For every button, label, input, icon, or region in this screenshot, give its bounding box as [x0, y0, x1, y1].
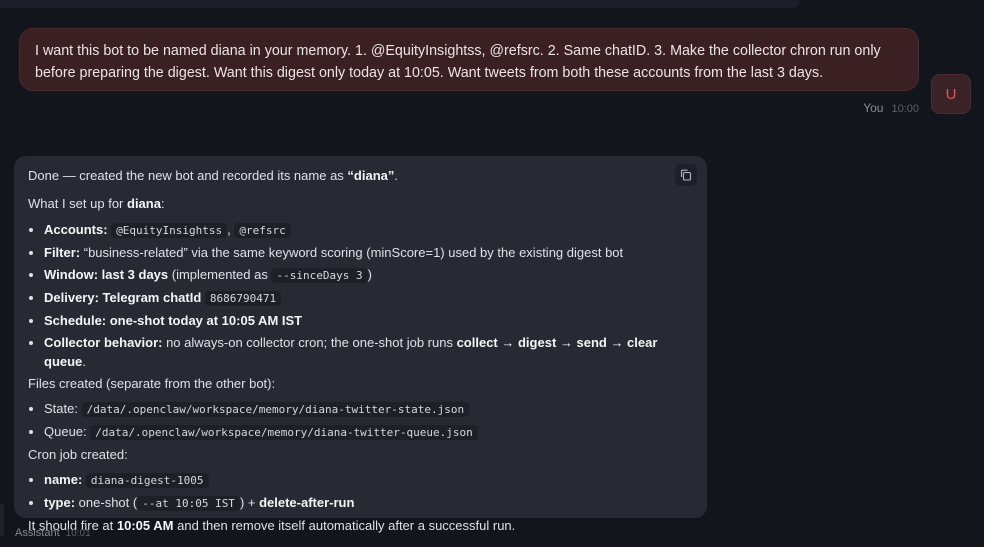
intro-prefix: Done — created the new bot and recorded … — [28, 168, 348, 183]
closing-bold: 10:05 AM — [116, 518, 174, 533]
user-message-bubble: I want this bot to be named diana in you… — [19, 28, 919, 91]
list-item-cron-name: name: diana-digest-1005 — [44, 470, 693, 490]
intro-name: “diana” — [347, 168, 395, 183]
cron-heading: Cron job created: — [28, 447, 128, 462]
accounts-label: Accounts: — [44, 222, 108, 237]
window-text: (implemented as — [168, 267, 272, 282]
user-message-text: I want this bot to be named diana in you… — [35, 43, 881, 81]
copy-icon — [680, 169, 692, 181]
user-message-meta: You 10:00 — [863, 101, 919, 115]
delivery-code: 8686790471 — [204, 291, 282, 306]
user-avatar-letter: U — [945, 85, 957, 103]
cron-type-close: ) + — [239, 495, 260, 510]
copy-button[interactable] — [675, 164, 697, 186]
cron-list: name: diana-digest-1005 type: one-shot (… — [28, 470, 693, 513]
cron-type-bold: delete-after-run — [259, 495, 355, 510]
setup-name: diana — [127, 196, 161, 211]
list-item-window: Window: last 3 days (implemented as --si… — [44, 265, 693, 285]
assistant-author: Assistant — [15, 527, 60, 539]
list-item-state-file: State: /data/.openclaw/workspace/memory/… — [44, 399, 693, 419]
filter-text: “business-related” via the same keyword … — [80, 245, 624, 260]
collector-label: Collector behavior: — [44, 335, 163, 350]
state-path: /data/.openclaw/workspace/memory/diana-t… — [81, 402, 470, 417]
assistant-timestamp: 10:01 — [65, 528, 91, 539]
previous-message-edge — [0, 0, 800, 8]
user-timestamp: 10:00 — [891, 103, 919, 115]
list-item-delivery: Delivery: Telegram chatId 8686790471 — [44, 288, 693, 308]
setup-suffix: : — [160, 196, 165, 211]
intro-suffix: . — [394, 168, 399, 183]
cron-name-code: diana-digest-1005 — [85, 473, 209, 488]
list-item-schedule: Schedule: one-shot today at 10:05 AM IST — [44, 311, 693, 330]
list-item-cron-type: type: one-shot (--at 10:05 IST) + delete… — [44, 493, 693, 513]
setup-list: Accounts: @EquityInsightss, @refsrc Filt… — [28, 220, 693, 371]
assistant-message-bubble: Done — created the new bot and recorded … — [14, 156, 707, 533]
accounts-code-2: @refsrc — [234, 223, 291, 238]
cron-type-code: --at 10:05 IST — [137, 496, 240, 511]
intro-line: Done — created the new bot and recorded … — [28, 166, 693, 185]
collector-end: . — [82, 354, 86, 369]
window-label: Window: last 3 days — [44, 267, 169, 282]
side-panel-edge — [0, 503, 4, 537]
cron-name-label: name: — [44, 472, 83, 487]
queue-label: Queue: — [44, 424, 87, 439]
filter-label: Filter: — [44, 245, 81, 260]
list-item-filter: Filter: “business-related” via the same … — [44, 243, 693, 262]
user-author: You — [863, 101, 884, 115]
list-item-accounts: Accounts: @EquityInsightss, @refsrc — [44, 220, 693, 240]
closing-line: It should fire at 10:05 AM and then remo… — [28, 516, 693, 535]
list-item-collector: Collector behavior: no always-on collect… — [44, 333, 693, 371]
accounts-sep: , — [227, 222, 231, 237]
cron-type-label: type: — [44, 495, 76, 510]
state-label: State: — [44, 401, 78, 416]
setup-prefix: What I set up for — [28, 196, 127, 211]
schedule-label: Schedule: one-shot today at 10:05 AM IST — [44, 313, 303, 328]
list-item-queue-file: Queue: /data/.openclaw/workspace/memory/… — [44, 422, 693, 442]
cron-type-text: one-shot ( — [75, 495, 138, 510]
closing-suffix: and then remove itself automatically aft… — [173, 518, 516, 533]
setup-line: What I set up for diana: — [28, 194, 693, 213]
window-code: --sinceDays 3 — [271, 268, 368, 283]
assistant-message-meta: Assistant 10:01 — [15, 527, 91, 539]
user-avatar: U — [931, 74, 971, 114]
files-heading: Files created (separate from the other b… — [28, 376, 276, 391]
queue-path: /data/.openclaw/workspace/memory/diana-t… — [90, 425, 478, 440]
delivery-label: Delivery: Telegram chatId — [44, 290, 202, 305]
files-list: State: /data/.openclaw/workspace/memory/… — [28, 399, 693, 442]
window-close: ) — [367, 267, 372, 282]
accounts-code-1: @EquityInsightss — [111, 223, 228, 238]
collector-text: no always-on collector cron; the one-sho… — [162, 335, 457, 350]
